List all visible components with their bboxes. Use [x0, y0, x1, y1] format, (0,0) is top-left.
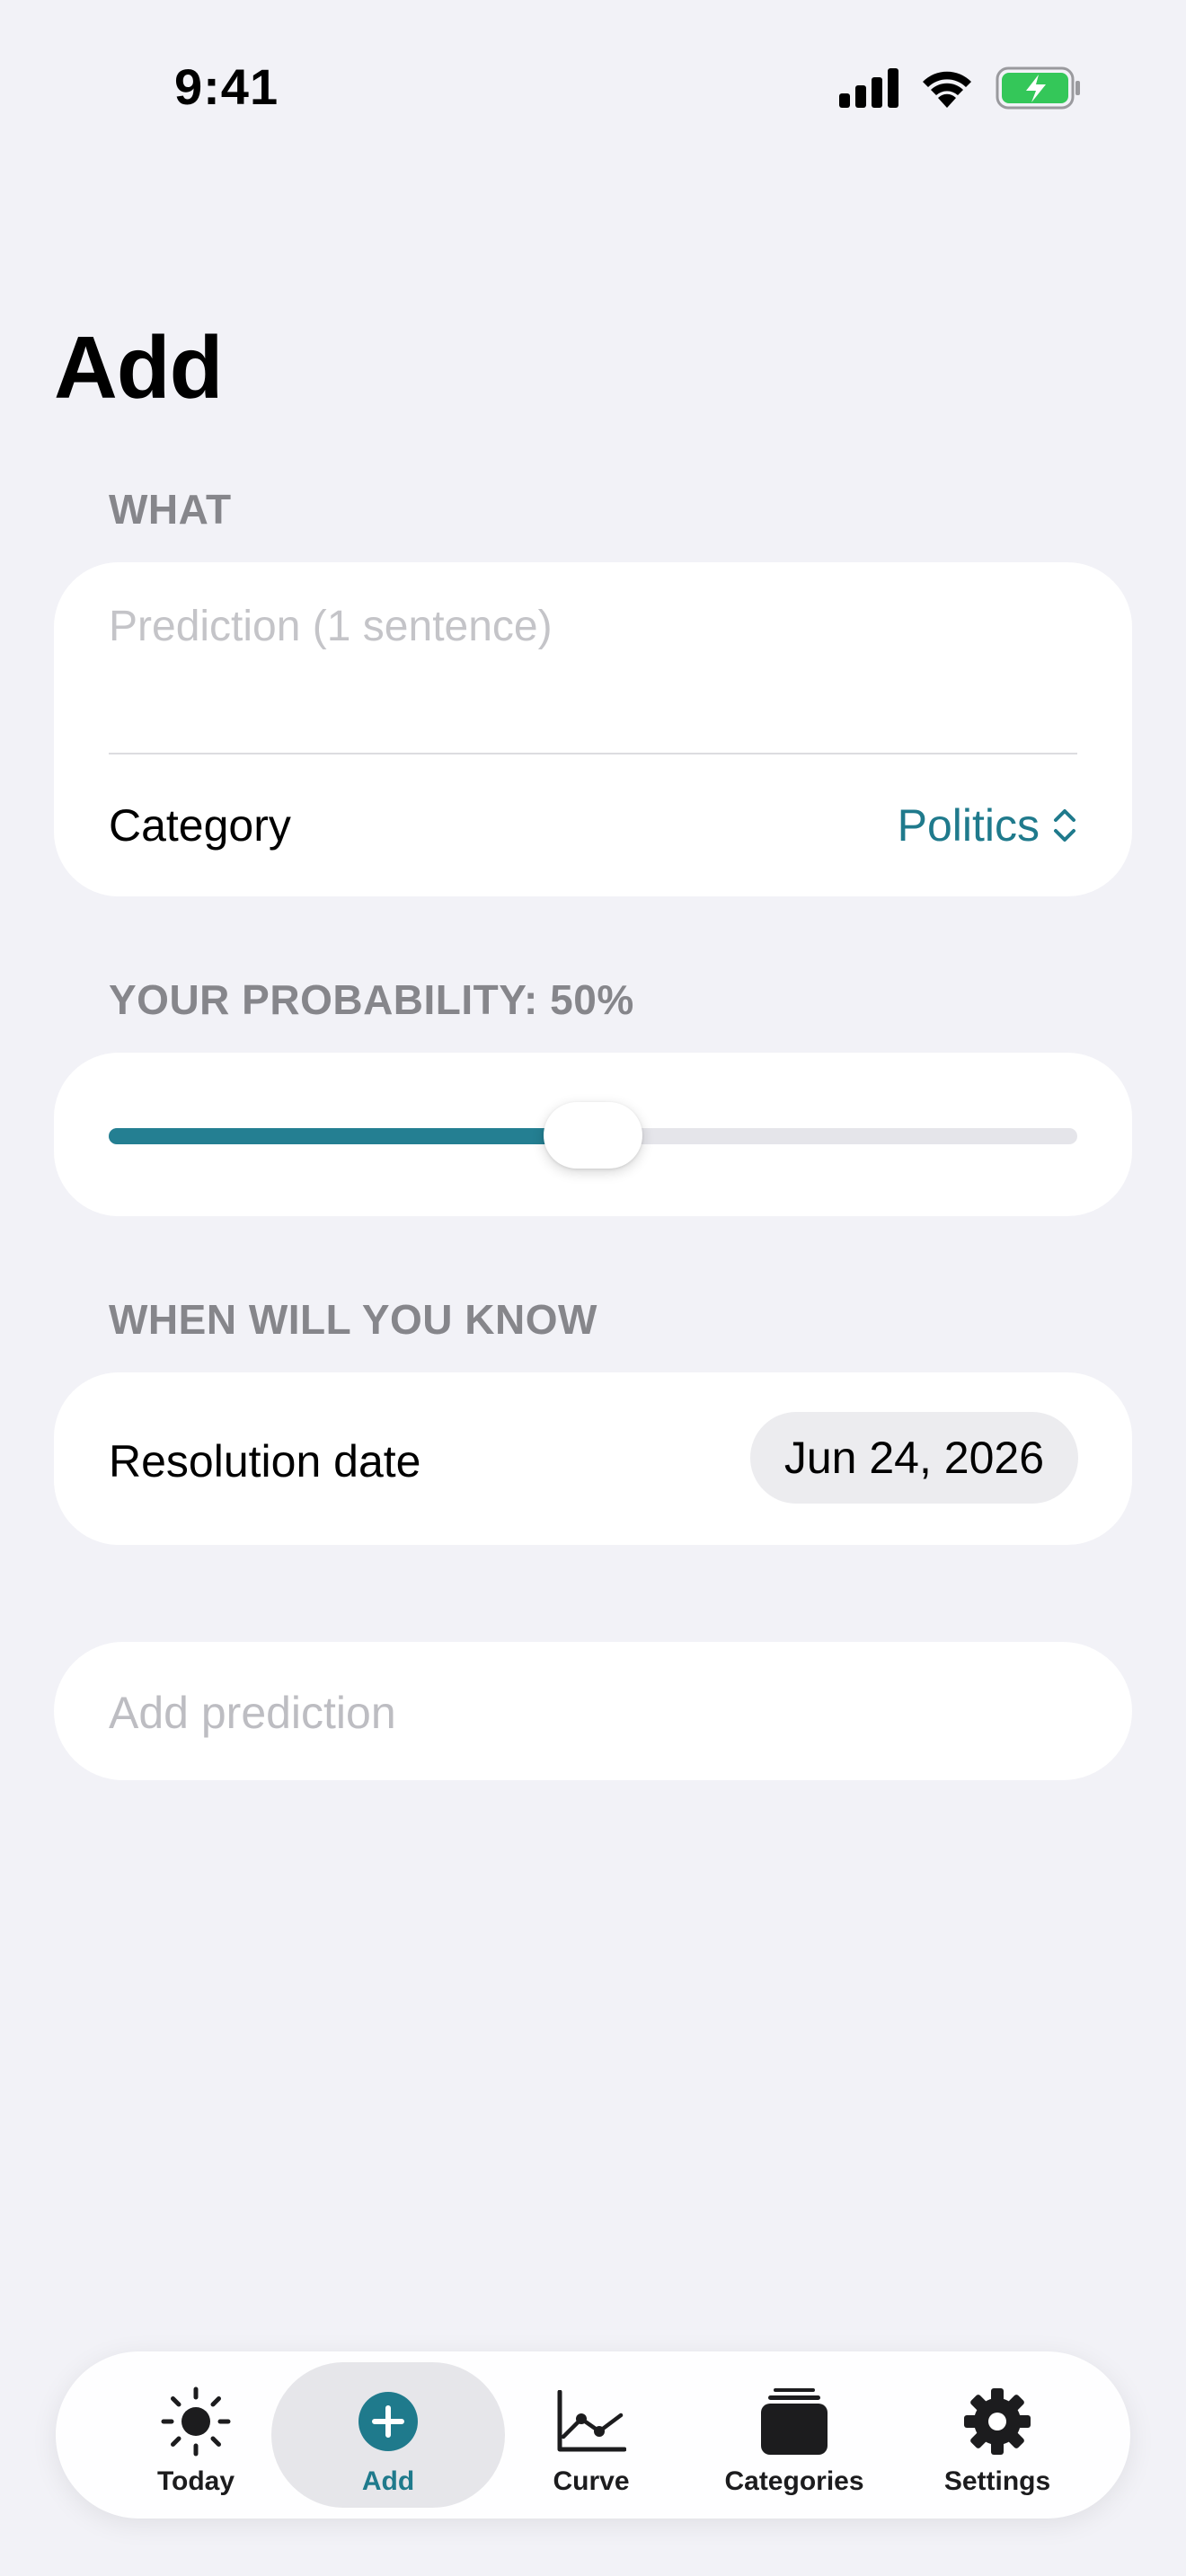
probability-card — [54, 1053, 1132, 1216]
category-value: Politics — [897, 800, 1040, 851]
chevron-up-down-icon — [1054, 809, 1075, 842]
line-chart-icon — [557, 2390, 626, 2452]
when-card: Resolution date Jun 24, 2026 — [54, 1372, 1132, 1545]
what-card: Prediction (1 sentence) Category Politic… — [54, 562, 1132, 896]
plus-circle-icon — [358, 2392, 418, 2451]
card-divider — [109, 753, 1077, 754]
status-bar: 9:41 — [0, 0, 1186, 171]
resolution-date-picker[interactable]: Jun 24, 2026 — [749, 1412, 1078, 1504]
battery-charging-icon — [996, 66, 1080, 110]
category-picker[interactable]: Politics — [898, 799, 1077, 851]
tab-label-categories: Categories — [724, 2466, 864, 2496]
sun-icon — [161, 2386, 231, 2457]
page-title: Add — [54, 318, 223, 417]
tab-label-add: Add — [361, 2466, 415, 2496]
tab-label-curve: Curve — [553, 2466, 630, 2496]
gear-icon — [964, 2388, 1031, 2455]
prediction-input[interactable]: Prediction (1 sentence) — [109, 602, 553, 651]
slider-thumb[interactable] — [544, 1102, 642, 1169]
wifi-icon — [923, 71, 971, 108]
category-label: Category — [109, 800, 291, 851]
tab-add[interactable]: Add — [271, 2362, 505, 2508]
cellular-signal-icon — [839, 68, 898, 108]
add-prediction-button[interactable]: Add prediction — [54, 1642, 1132, 1780]
tab-settings[interactable]: Settings — [881, 2362, 1114, 2508]
tab-label-settings: Settings — [943, 2466, 1051, 2496]
tab-curve[interactable]: Curve — [474, 2362, 708, 2508]
slider-fill — [109, 1128, 593, 1144]
when-section-header: WHEN WILL YOU KNOW — [109, 1296, 597, 1343]
add-prediction-label: Add prediction — [109, 1688, 396, 1738]
resolution-date-label: Resolution date — [109, 1436, 421, 1486]
stack-icon — [761, 2388, 828, 2455]
status-icons — [839, 63, 1082, 113]
tab-categories[interactable]: Categories — [677, 2362, 911, 2508]
tab-label-today: Today — [156, 2466, 235, 2496]
probability-section-header: YOUR PROBABILITY: 50% — [109, 976, 634, 1023]
tab-bar: Today Add Curve Categories Settings — [56, 2351, 1130, 2519]
status-time: 9:41 — [174, 58, 279, 115]
what-section-header: WHAT — [109, 486, 232, 533]
